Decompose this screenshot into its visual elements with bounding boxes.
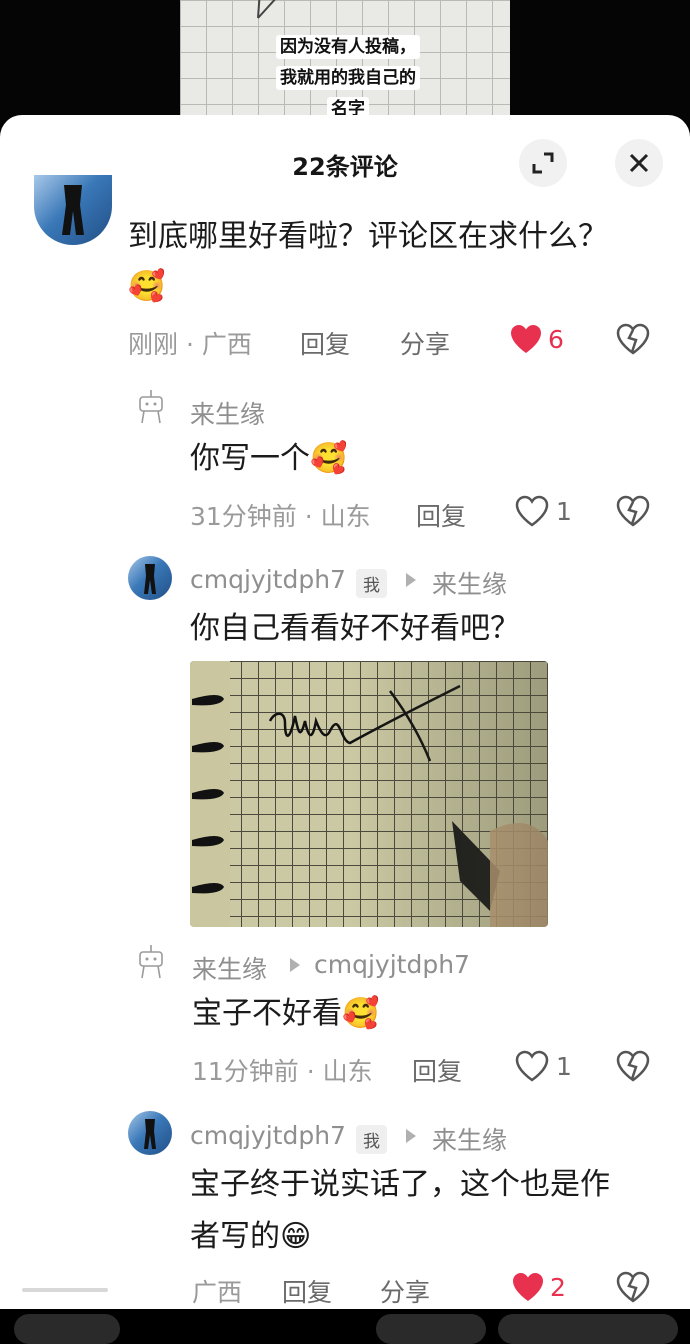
reply-arrow-icon	[406, 1129, 416, 1143]
bottom-pill-right[interactable]	[376, 1314, 486, 1344]
caption-line-2: 我就用的我自己的	[276, 66, 420, 90]
avatar-figure-icon	[144, 564, 156, 594]
broken-heart-icon	[616, 1050, 650, 1082]
like-button[interactable]	[514, 1048, 550, 1084]
comment-image[interactable]	[190, 661, 548, 927]
avatar[interactable]	[128, 556, 172, 600]
video-frame[interactable]: 因为没有人投稿， 我就用的我自己的 名字	[180, 0, 510, 130]
robot-avatar-icon	[139, 945, 163, 979]
reply-arrow-icon	[290, 958, 300, 972]
username[interactable]: cmqjyjtdph7	[190, 565, 346, 594]
share-button[interactable]: 分享	[380, 1273, 430, 1309]
comment-text: 宝子不好看🥰	[192, 996, 380, 1031]
reply-arrow-icon	[406, 573, 416, 587]
comment-5: cmqjyjtdph7 我 来生缘 宝子终于说实话了，这个也是作 者写的😁 广西…	[0, 1103, 690, 1315]
avatar[interactable]	[130, 940, 172, 982]
username[interactable]: cmqjyjtdph7	[190, 1121, 346, 1150]
dislike-button[interactable]	[614, 1048, 652, 1084]
video-background[interactable]: 因为没有人投稿， 我就用的我自己的 名字	[0, 0, 690, 130]
bottom-pill-far-right[interactable]	[498, 1314, 678, 1344]
like-button[interactable]	[510, 1269, 546, 1305]
heart-outline-icon	[515, 1050, 549, 1082]
comment-3: cmqjyjtdph7 我 来生缘 你自己看看好不好看吧？	[0, 115, 690, 935]
reply-to-username[interactable]: cmqjyjtdph7	[314, 950, 470, 979]
reply-to-username[interactable]: 来生缘	[432, 565, 507, 601]
avatar[interactable]	[128, 1111, 172, 1155]
reply-button[interactable]: 回复	[282, 1273, 332, 1309]
reply-to-username[interactable]: 来生缘	[432, 1121, 507, 1157]
comment-text: 你自己看看好不好看吧？	[190, 611, 520, 646]
comment-meta: 11分钟前 · 山东	[192, 1057, 373, 1086]
image-shadow	[350, 661, 548, 927]
comment-time: 11分钟前	[192, 1057, 299, 1086]
comment-text-line-2: 者写的😁	[190, 1219, 312, 1254]
me-tag: 我	[356, 569, 387, 598]
broken-heart-icon	[616, 1271, 650, 1303]
username[interactable]: 来生缘	[192, 950, 267, 986]
comment-sheet: 22条评论 到底哪里好看啦？评论区在求什么？ 🥰 刚刚 · 广西 回复 分享 6…	[0, 115, 690, 1315]
me-tag: 我	[356, 1125, 387, 1154]
video-scribble	[257, 0, 276, 19]
like-count: 1	[556, 1052, 572, 1081]
heart-filled-icon	[513, 1273, 543, 1301]
comment-text: 宝子终于说实话了，这个也是作	[190, 1167, 610, 1202]
avatar-figure-icon	[144, 1119, 156, 1149]
caption-line-1: 因为没有人投稿，	[276, 35, 420, 59]
comment-location: 广西	[192, 1278, 243, 1307]
like-count: 2	[550, 1273, 566, 1302]
dislike-button[interactable]	[614, 1269, 652, 1305]
video-caption: 因为没有人投稿， 我就用的我自己的 名字	[258, 32, 438, 125]
comment-location: 山东	[322, 1057, 373, 1086]
progress-indicator	[22, 1288, 108, 1292]
bottom-pill-left[interactable]	[14, 1314, 120, 1344]
reply-button[interactable]: 回复	[412, 1052, 462, 1088]
comment-4: 来生缘 cmqjyjtdph7 宝子不好看🥰 11分钟前 · 山东 回复 1	[0, 930, 690, 1090]
